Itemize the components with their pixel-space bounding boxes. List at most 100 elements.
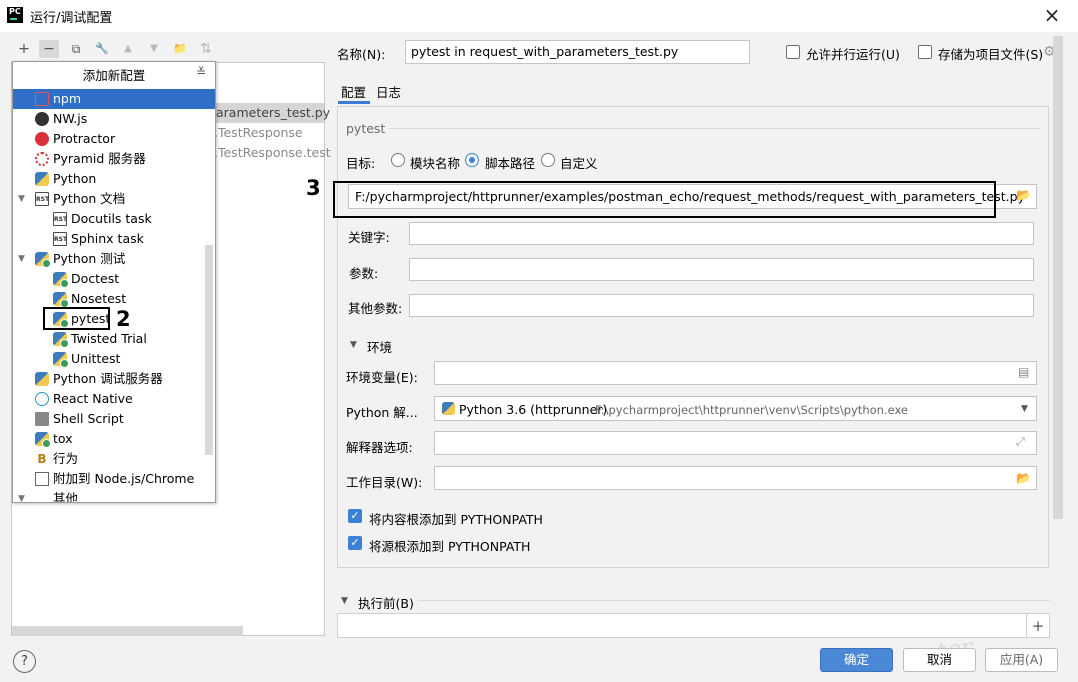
- expand-arrow-icon[interactable]: ▼: [18, 189, 25, 209]
- horizontal-scrollbar[interactable]: [12, 626, 243, 636]
- copy-icon[interactable]: ⧉: [66, 40, 86, 58]
- popup-item-python-测试[interactable]: ▼ Python 测试: [13, 249, 215, 269]
- add-task-icon[interactable]: +: [1026, 613, 1050, 638]
- rst-icon: RST: [53, 212, 67, 226]
- expand-arrow-icon[interactable]: ▼: [18, 489, 25, 502]
- attach-icon: [35, 472, 49, 486]
- name-input[interactable]: pytest in request_with_parameters_test.p…: [405, 40, 750, 64]
- folder-browse-icon[interactable]: 📂: [1016, 188, 1031, 202]
- section-divider: [388, 128, 1040, 129]
- tab-underline: [338, 101, 370, 104]
- python-debug-icon: [35, 372, 49, 386]
- window-title: 运行/调试配置: [30, 11, 113, 26]
- python-icon: [35, 172, 49, 186]
- python-test-icon: [35, 252, 51, 268]
- sort-icon[interactable]: ⇅: [196, 40, 216, 58]
- add-icon[interactable]: +: [14, 40, 34, 58]
- source-roots-checkbox[interactable]: ✓: [348, 536, 362, 550]
- tab-log[interactable]: 日志: [376, 82, 401, 101]
- remove-icon[interactable]: −: [39, 40, 59, 58]
- popup-item-doctest[interactable]: Doctest: [13, 269, 215, 289]
- tab-config[interactable]: 配置: [341, 82, 366, 101]
- python-test-icon: [53, 332, 69, 348]
- add-config-popup: 添加新配置 ≚ npm NW.js Protractor Pyramid 服务器 Pyt…: [12, 61, 216, 503]
- python-icon: [442, 402, 455, 415]
- popup-item-行为[interactable]: B 行为: [13, 449, 215, 469]
- popup-item-nosetest[interactable]: Nosetest: [13, 289, 215, 309]
- before-launch-label: 执行前(B): [358, 596, 414, 611]
- env-vars-input[interactable]: [434, 361, 1037, 385]
- popup-item-tox[interactable]: tox: [13, 429, 215, 449]
- popup-item-label: Doctest: [71, 271, 120, 286]
- popup-item-label: Sphinx task: [71, 231, 144, 246]
- popup-item-label: Pyramid 服务器: [53, 151, 146, 166]
- interp-options-input[interactable]: [434, 431, 1037, 455]
- radio-script-path[interactable]: [465, 153, 479, 167]
- allow-parallel-checkbox[interactable]: [786, 45, 800, 59]
- radio-module-name[interactable]: [391, 153, 405, 167]
- popup-item-其他[interactable]: ▼ 其他: [13, 489, 215, 502]
- popup-item-nw-js[interactable]: NW.js: [13, 109, 215, 129]
- popup-item-label: Nosetest: [71, 291, 127, 306]
- apply-button[interactable]: 应用(A): [985, 648, 1058, 672]
- popup-item-python-文档[interactable]: ▼ RST Python 文档: [13, 189, 215, 209]
- expand-arrow-icon[interactable]: ▼: [18, 249, 25, 269]
- popup-item-label: Python: [53, 171, 97, 186]
- env-collapse-icon[interactable]: ▼: [350, 340, 357, 350]
- title-bar: PC 运行/调试配置 ×: [0, 0, 1078, 32]
- chevron-down-icon[interactable]: ▼: [1021, 404, 1028, 414]
- env-section-label: 环境: [367, 340, 393, 355]
- workdir-folder-icon[interactable]: 📂: [1016, 471, 1031, 485]
- popup-item-unittest[interactable]: Unittest: [13, 349, 215, 369]
- shell-icon: [35, 412, 49, 426]
- env-vars-edit-icon[interactable]: ▤: [1018, 365, 1029, 379]
- before-launch-list[interactable]: [337, 613, 1050, 638]
- collapse-all-icon[interactable]: ≚: [196, 65, 210, 79]
- move-up-icon[interactable]: ▲: [118, 40, 138, 58]
- tree-item-config[interactable]: arameters_test.py: [214, 103, 330, 123]
- keywords-input[interactable]: [409, 222, 1034, 245]
- popup-item-label: Unittest: [71, 351, 121, 366]
- popup-item-docutils-task[interactable]: RST Docutils task: [13, 209, 215, 229]
- popup-item-npm[interactable]: npm: [13, 89, 215, 109]
- other-params-label: 其他参数:: [348, 301, 403, 316]
- workdir-input[interactable]: [434, 466, 1037, 490]
- annotation-box-3: [333, 181, 996, 218]
- popup-item-附加到-node-js-chrome[interactable]: 附加到 Node.js/Chrome: [13, 469, 215, 489]
- popup-item-python[interactable]: Python: [13, 169, 215, 189]
- tree-item-test-response-test[interactable]: .TestResponse.test: [214, 145, 331, 160]
- cancel-button[interactable]: 取消: [903, 648, 976, 672]
- vertical-scrollbar[interactable]: [1053, 36, 1063, 519]
- help-button[interactable]: ?: [13, 650, 36, 673]
- popup-item-pyramid-服务器[interactable]: Pyramid 服务器: [13, 149, 215, 169]
- expand-icon[interactable]: ⤢: [1016, 435, 1025, 449]
- popup-item-label: npm: [53, 91, 82, 106]
- move-down-icon[interactable]: ▼: [144, 40, 164, 58]
- ok-button[interactable]: 确定: [820, 648, 893, 672]
- before-launch-collapse-icon[interactable]: ▼: [341, 596, 348, 606]
- annotation-number-2: 2: [116, 307, 131, 331]
- popup-item-label: Docutils task: [71, 211, 152, 226]
- content-roots-checkbox[interactable]: ✓: [348, 509, 362, 523]
- wrench-icon[interactable]: 🔧: [92, 40, 112, 58]
- nwjs-icon: [35, 112, 49, 126]
- popup-item-protractor[interactable]: Protractor: [13, 129, 215, 149]
- popup-item-label: React Native: [53, 391, 133, 406]
- radio-custom[interactable]: [541, 153, 555, 167]
- params-label: 参数:: [349, 266, 379, 281]
- content-roots-label: 将内容根添加到 PYTHONPATH: [369, 512, 543, 527]
- store-as-file-checkbox[interactable]: [918, 45, 932, 59]
- popup-item-react-native[interactable]: React Native: [13, 389, 215, 409]
- params-input[interactable]: [409, 258, 1034, 281]
- other-params-input[interactable]: [409, 294, 1034, 317]
- popup-item-sphinx-task[interactable]: RST Sphinx task: [13, 229, 215, 249]
- popup-item-python-调试服务器[interactable]: Python 调试服务器: [13, 369, 215, 389]
- interpreter-path: F:\pycharmproject\httprunner\venv\Script…: [595, 403, 908, 417]
- popup-item-twisted-trial[interactable]: Twisted Trial: [13, 329, 215, 349]
- popup-item-shell-script[interactable]: Shell Script: [13, 409, 215, 429]
- popup-item-label: tox: [53, 431, 73, 446]
- popup-title: 添加新配置: [82, 68, 146, 83]
- close-icon[interactable]: ×: [1042, 3, 1062, 27]
- folder-icon[interactable]: 📁: [170, 40, 190, 58]
- tree-item-test-response[interactable]: .TestResponse: [214, 125, 303, 140]
